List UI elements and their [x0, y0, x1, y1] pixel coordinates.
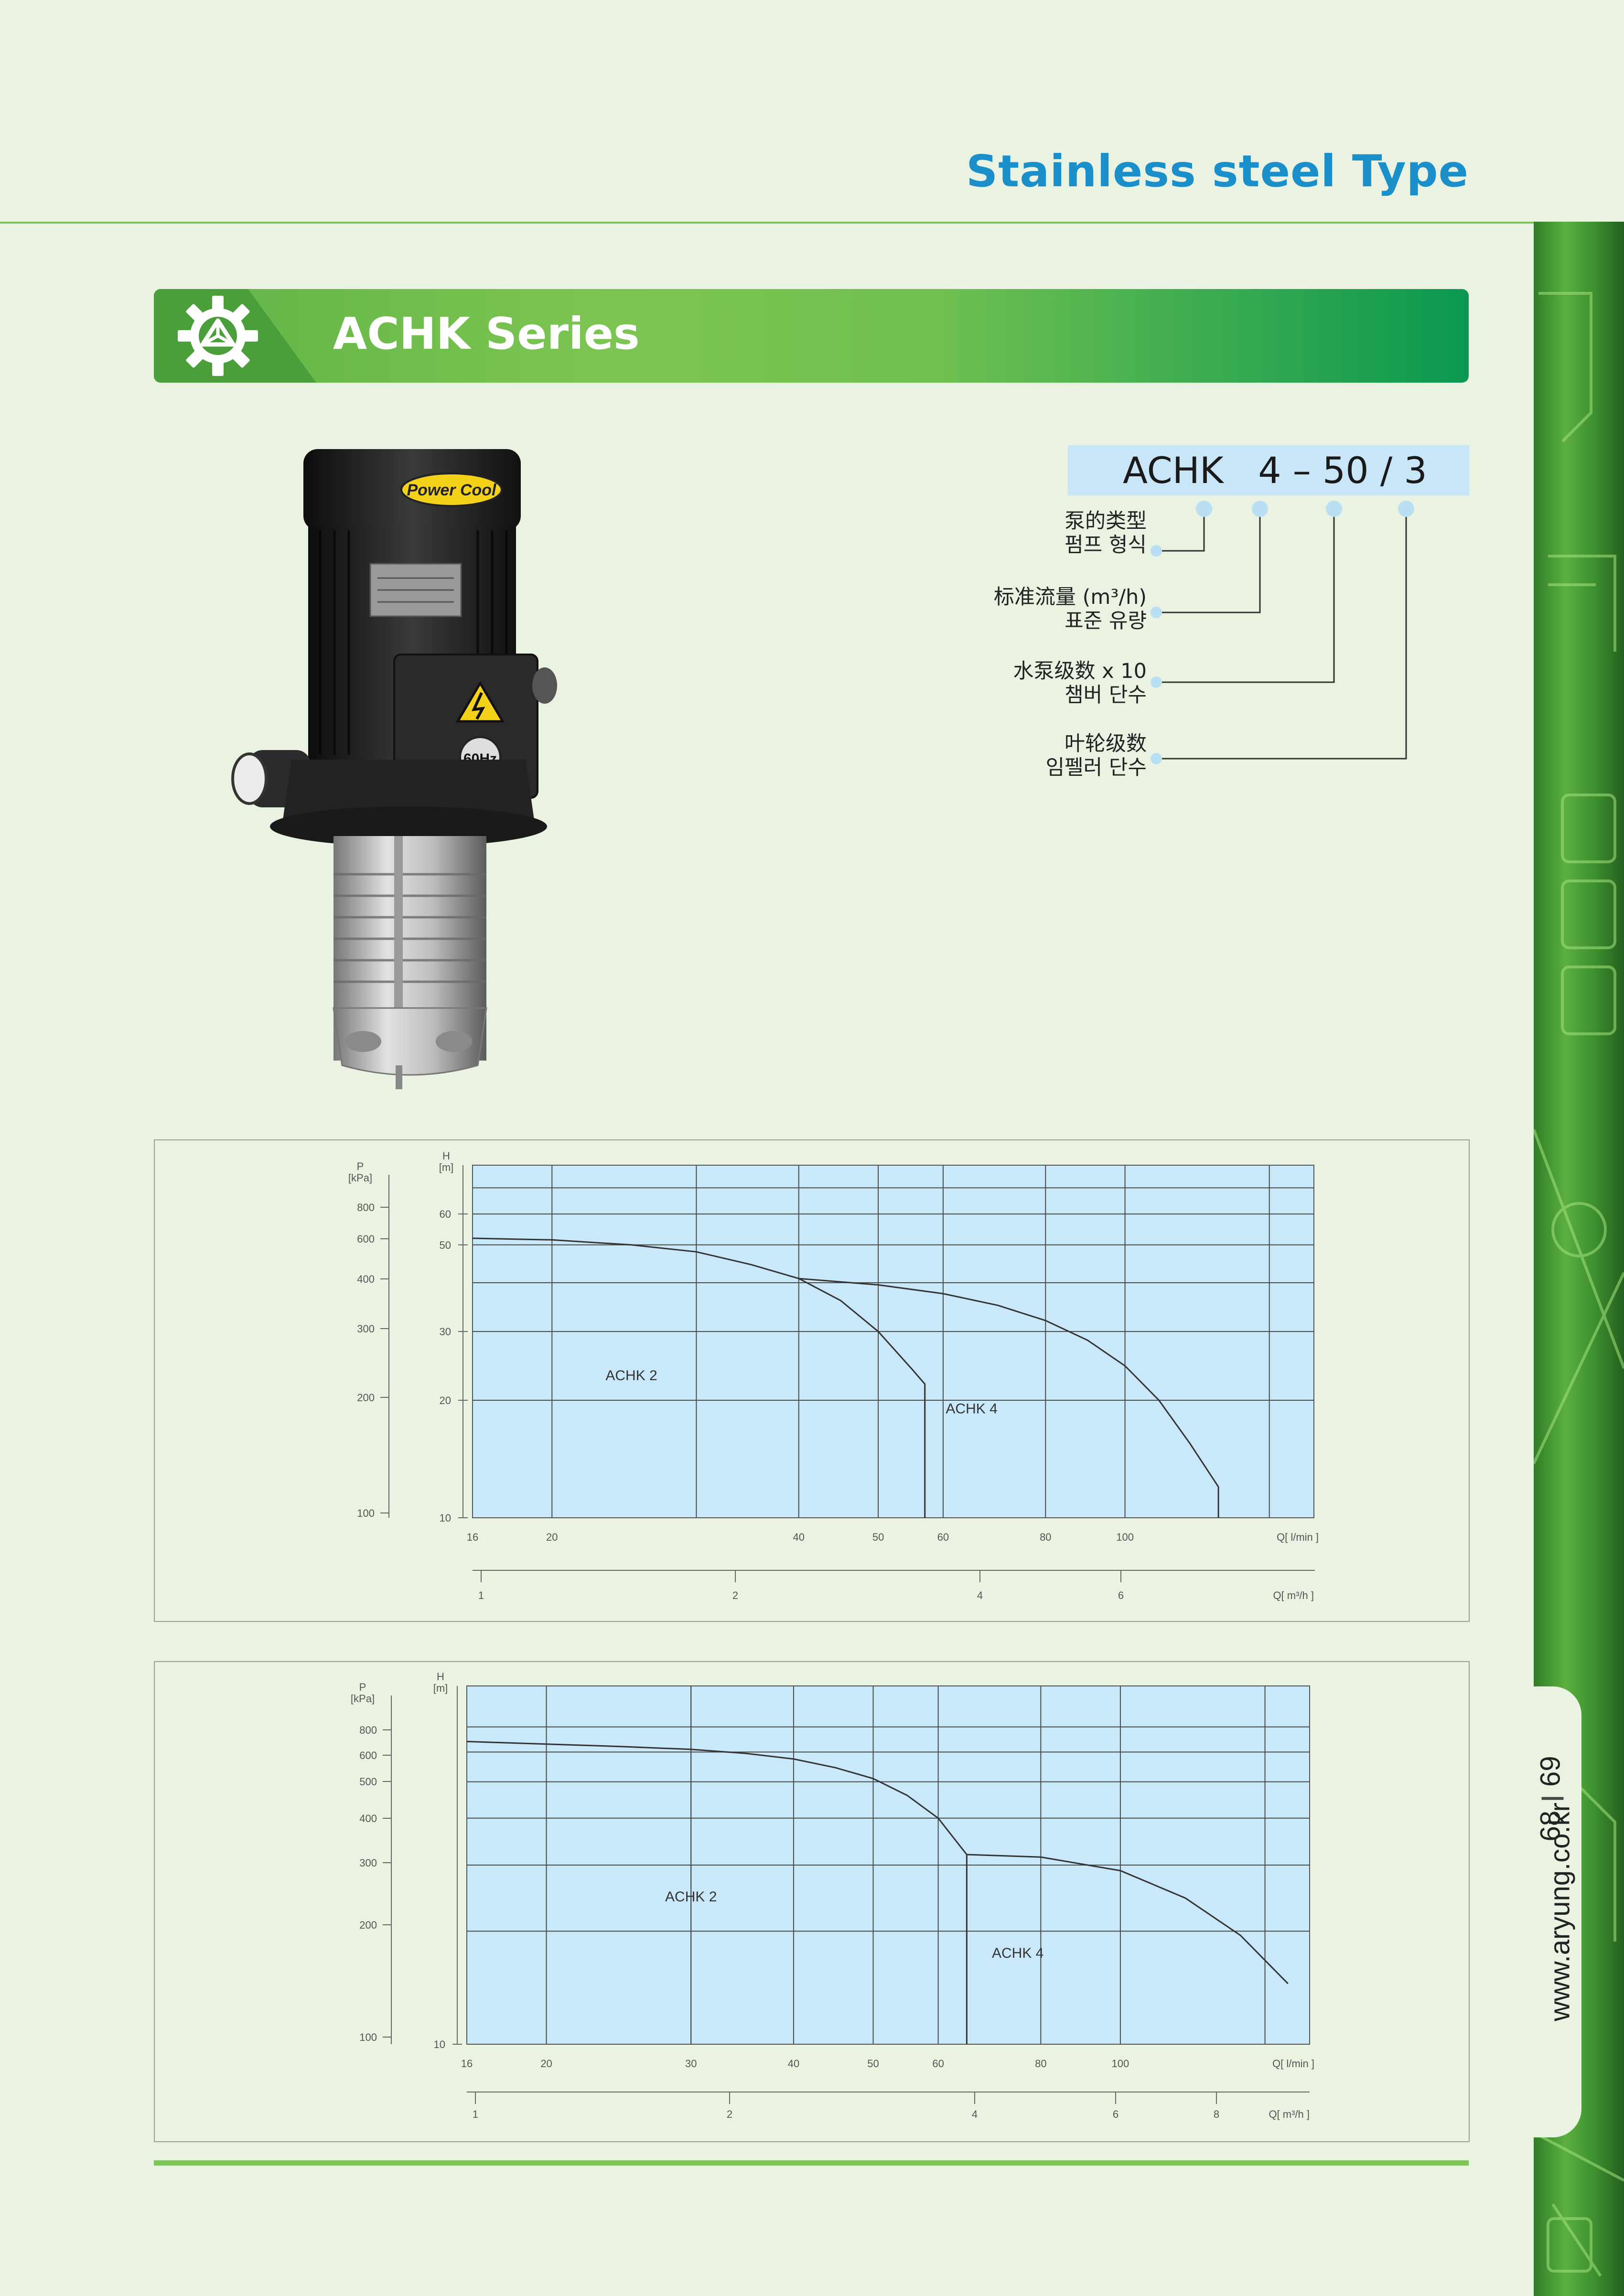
q2-axis-tick-label: 4 [977, 1589, 983, 1601]
q-axis-tick-label: 16 [461, 2058, 473, 2070]
series-title: ACHK Series [333, 308, 640, 359]
h-axis-unit: [m] [433, 1682, 448, 1694]
performance-chart-1: 10 20 30 50 60 H [m] 100 200 300 400 600 800 P [kPa] 16… [154, 1139, 1470, 1622]
pump-image: Power Cool 60Hz [231, 449, 557, 1089]
model-code: ACHK 4 – 50 / 3 [1123, 449, 1427, 492]
p-axis-label: P [359, 1681, 366, 1693]
label-pump-type-ko: 펌프 형식 [1065, 533, 1147, 557]
footer-divider [154, 2160, 1469, 2166]
q-axis-tick-label: 60 [937, 1531, 949, 1543]
p-axis-tick-label: 400 [359, 1813, 377, 1824]
h-axis-tick-label: 10 [440, 1512, 451, 1524]
q-axis-tick-label: 16 [467, 1531, 478, 1543]
page-numbers: 68 69 [1535, 1756, 1567, 1841]
brand-badge: Power Cool [407, 481, 497, 499]
label-impeller-stages-ko: 임펠러 단수 [1045, 756, 1147, 780]
h-axis-label: H [437, 1671, 444, 1683]
performance-chart-1-svg: 1020305060H[m]100200300400600800P[kPa]16… [348, 1150, 1319, 1601]
p-axis-tick-label: 400 [357, 1273, 375, 1285]
series-label: ACHK 4 [992, 1945, 1043, 1961]
page-number-right: 69 [1535, 1756, 1566, 1787]
series-label: ACHK 2 [605, 1368, 657, 1384]
p-axis-tick-label: 200 [357, 1392, 375, 1404]
h-axis-tick-label: 20 [440, 1395, 451, 1406]
page-number-left: 68 [1535, 1811, 1566, 1842]
q-axis-tick-label: 80 [1035, 2058, 1046, 2070]
page-title: Stainless steel Type [966, 146, 1469, 197]
performance-chart-2-svg: 10H[m]100200300400500600800P[kPa]16 20 30 4… [351, 1671, 1314, 2120]
page-number-separator [1541, 1797, 1564, 1800]
p-axis-tick-label: 100 [359, 2031, 377, 2043]
h-axis-tick-label: 50 [440, 1239, 451, 1251]
p-axis-tick-label: 300 [357, 1323, 375, 1335]
performance-chart-2: 10 H [m] 100 200 300 400 500 600 800 P [kPa] 16 20 30 4… [154, 1661, 1470, 2142]
label-chamber-stages-ko: 챔버 단수 [1065, 683, 1147, 707]
q2-axis-tick-label: 2 [732, 1589, 738, 1601]
q-axis-tick-label: 40 [793, 1531, 805, 1543]
q2-axis-tick-label: 4 [972, 2108, 978, 2120]
series-banner: ACHK Series [154, 289, 1469, 383]
label-standard-flow-ko: 표준 유량 [1065, 609, 1147, 633]
q-axis-label: Q[ l/min ] [1272, 2058, 1314, 2070]
p-axis-tick-label: 800 [359, 1724, 377, 1736]
p-axis-unit: [kPa] [348, 1172, 372, 1184]
q-axis-tick-label: 50 [872, 1531, 884, 1543]
q2-axis-tick-label: 2 [727, 2108, 732, 2120]
p-axis-tick-label: 300 [359, 1857, 377, 1869]
series-label: ACHK 4 [946, 1401, 997, 1417]
q-axis-tick-label: 30 [685, 2058, 697, 2070]
q-axis-tick-label: 50 [867, 2058, 879, 2070]
q2-axis-tick-label: 6 [1118, 1589, 1124, 1601]
label-chamber-stages-zh: 水泵级数 x 10 [1013, 659, 1147, 683]
q-axis-label: Q[ l/min ] [1277, 1531, 1319, 1543]
h-axis-tick-label: 10 [434, 2039, 445, 2050]
h-axis-label: H [442, 1150, 450, 1162]
p-axis-tick-label: 600 [359, 1749, 377, 1761]
header-divider [0, 222, 1534, 224]
q-axis-tick-label: 20 [546, 1531, 558, 1543]
gear-logo-icon [178, 296, 258, 376]
q-axis-tick-label: 100 [1112, 2058, 1129, 2070]
h-axis-unit: [m] [439, 1161, 454, 1173]
q-axis-tick-label: 40 [788, 2058, 799, 2070]
label-pump-type-zh: 泵的类型 [1065, 509, 1147, 533]
p-axis-tick-label: 100 [357, 1507, 375, 1519]
q-axis-tick-label: 60 [932, 2058, 944, 2070]
q-axis-tick-label: 80 [1040, 1531, 1051, 1543]
model-code-value: 4 – 50 / 3 [1258, 449, 1427, 492]
p-axis-label: P [357, 1160, 364, 1172]
q-axis-tick-label: 20 [540, 2058, 552, 2070]
p-axis-tick-label: 800 [357, 1202, 375, 1213]
pump-illustration: Power Cool 60Hz [210, 444, 573, 1099]
label-impeller-stages-zh: 叶轮级数 [1065, 732, 1147, 756]
q-axis-tick-label: 100 [1116, 1531, 1134, 1543]
p-axis-tick-label: 600 [357, 1233, 375, 1245]
label-standard-flow: 标准流量 (m³/h) 표준 유량 [994, 585, 1147, 633]
p-axis-tick-label: 200 [359, 1919, 377, 1931]
model-code-prefix: ACHK [1123, 449, 1224, 492]
q2-axis-label: Q[ m³/h ] [1269, 2108, 1310, 2120]
q2-axis-tick-label: 8 [1214, 2108, 1219, 2120]
q2-axis-tick-label: 1 [478, 1589, 484, 1601]
label-impeller-stages: 叶轮级数 임펠러 단수 [1046, 732, 1147, 780]
p-axis-tick-label: 500 [359, 1776, 377, 1788]
label-pump-type: 泵的类型 펌프 형식 [1065, 509, 1147, 557]
p-axis-unit: [kPa] [351, 1693, 375, 1705]
q2-axis-tick-label: 6 [1113, 2108, 1119, 2120]
label-chamber-stages: 水泵级数 x 10 챔버 단수 [1013, 659, 1147, 707]
h-axis-tick-label: 60 [440, 1208, 451, 1220]
h-axis-tick-label: 30 [440, 1326, 451, 1338]
series-label: ACHK 2 [665, 1889, 717, 1905]
label-standard-flow-zh: 标准流量 (m³/h) [993, 585, 1147, 609]
plot-area [472, 1165, 1314, 1518]
q2-axis-label: Q[ m³/h ] [1273, 1589, 1314, 1601]
q2-axis-tick-label: 1 [473, 2108, 478, 2120]
